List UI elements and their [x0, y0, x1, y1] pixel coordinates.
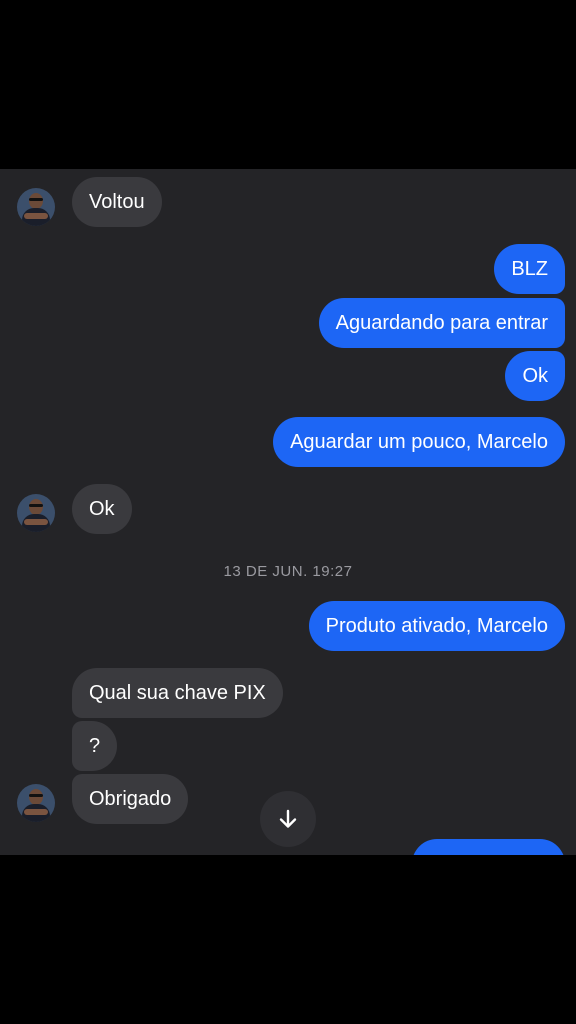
chat-thread[interactable]: Voltou BLZ Aguardando para entrar Ok Agu… — [0, 169, 576, 855]
contact-avatar[interactable] — [17, 188, 55, 226]
incoming-message[interactable]: Obrigado — [72, 774, 189, 824]
message-text: BLZ — [511, 257, 548, 280]
contact-avatar[interactable] — [17, 784, 55, 822]
message-text: Qual sua chave PIX — [89, 681, 266, 704]
message-text: Produto ativado, Marcelo — [325, 614, 548, 637]
message-text: Aguardando para entrar — [335, 311, 548, 334]
message-text: Ok — [522, 364, 548, 387]
message-text: Voltou — [89, 190, 145, 213]
contact-avatar[interactable] — [17, 494, 55, 532]
message-text: Ok — [89, 497, 115, 520]
message-text: Obrigado — [89, 787, 172, 810]
outgoing-message[interactable]: Aguardando para entrar — [318, 298, 565, 348]
outgoing-message[interactable]: BLZ — [494, 244, 565, 294]
timestamp: 13 DE JUN. 19:27 — [223, 563, 353, 580]
outgoing-message[interactable]: Produto ativado, Marcelo — [308, 601, 565, 651]
outgoing-message-partial[interactable] — [412, 839, 565, 855]
incoming-message[interactable]: Voltou — [72, 177, 162, 227]
message-text: ? — [89, 734, 101, 757]
incoming-message[interactable]: ? — [72, 721, 118, 771]
scroll-to-bottom-button[interactable] — [260, 791, 316, 847]
incoming-message[interactable]: Qual sua chave PIX — [72, 668, 283, 718]
arrow-down-icon — [279, 809, 297, 828]
message-text: Aguardar um pouco, Marcelo — [290, 430, 548, 453]
outgoing-message[interactable]: Aguardar um pouco, Marcelo — [273, 417, 565, 467]
outgoing-message[interactable]: Ok — [505, 351, 565, 401]
incoming-message[interactable]: Ok — [72, 484, 132, 534]
